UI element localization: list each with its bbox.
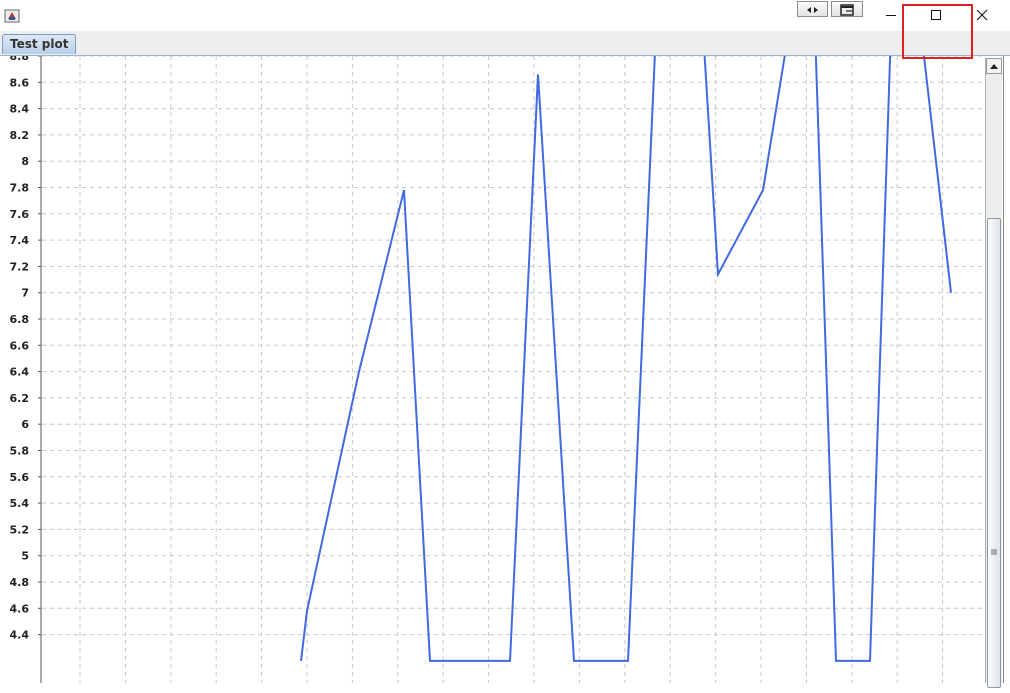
y-tick-label: 8.6 (10, 76, 30, 89)
y-tick-label: 4.6 (10, 602, 30, 615)
scroll-thumb[interactable] (987, 218, 1001, 688)
y-tick-label: 5.6 (10, 471, 30, 484)
y-tick-label: 6.4 (10, 366, 30, 379)
y-tick-label: 8.2 (10, 129, 30, 142)
y-tick-label: 4.8 (10, 576, 30, 589)
y-tick-label: 7.4 (10, 234, 30, 247)
maximize-button[interactable] (913, 0, 958, 30)
arrow-up-icon (990, 64, 998, 69)
y-tick-label: 7 (21, 287, 29, 300)
tab-test-plot[interactable]: Test plot (2, 34, 77, 54)
arrange-horizontal-button[interactable] (797, 1, 828, 17)
y-tick-label: 5 (21, 550, 29, 563)
y-tick-label: 5.2 (10, 523, 30, 536)
tab-strip: Test plot (0, 31, 1010, 56)
close-icon (976, 9, 988, 21)
y-tick-label: 7.8 (10, 182, 30, 195)
series-line (300, 28, 952, 662)
grip-icon (991, 549, 997, 555)
y-tick-label: 8.4 (10, 103, 30, 116)
y-tick-label: 8.8 (10, 56, 30, 63)
left-right-arrows-icon (807, 7, 818, 13)
minimize-button[interactable] (868, 0, 913, 30)
minimize-icon (886, 15, 896, 16)
y-tick-label: 5.8 (10, 445, 30, 458)
y-tick-label: 6.6 (10, 339, 30, 352)
y-tick-label: 5.4 (10, 497, 30, 510)
title-bar (0, 0, 1010, 31)
detach-window-button[interactable] (831, 1, 863, 17)
y-tick-label: 6.2 (10, 392, 30, 405)
y-tick-label: 6.8 (10, 313, 30, 326)
scroll-up-button[interactable] (986, 58, 1002, 74)
y-tick-label: 8 (21, 155, 29, 168)
java-app-icon (4, 9, 20, 23)
maximize-icon (931, 10, 941, 20)
y-tick-label: 4.4 (10, 629, 30, 642)
vertical-scrollbar[interactable] (985, 58, 1002, 688)
y-tick-label: 7.6 (10, 208, 30, 221)
line-chart: 4.4 4.6 4.8 5 5.2 5.4 5.6 5.8 6 6.2 6.4 6.6 6.8 7 7.2 7… (0, 28, 985, 683)
close-button[interactable] (958, 0, 1003, 30)
window-detach-icon (840, 4, 854, 16)
y-tick-label: 6 (21, 418, 29, 431)
plot-panel: 4.4 4.6 4.8 5 5.2 5.4 5.6 5.8 6 6.2 6.4 6.6 6.8 7 7.2 7… (0, 28, 1004, 683)
y-tick-label: 7.2 (10, 260, 30, 273)
